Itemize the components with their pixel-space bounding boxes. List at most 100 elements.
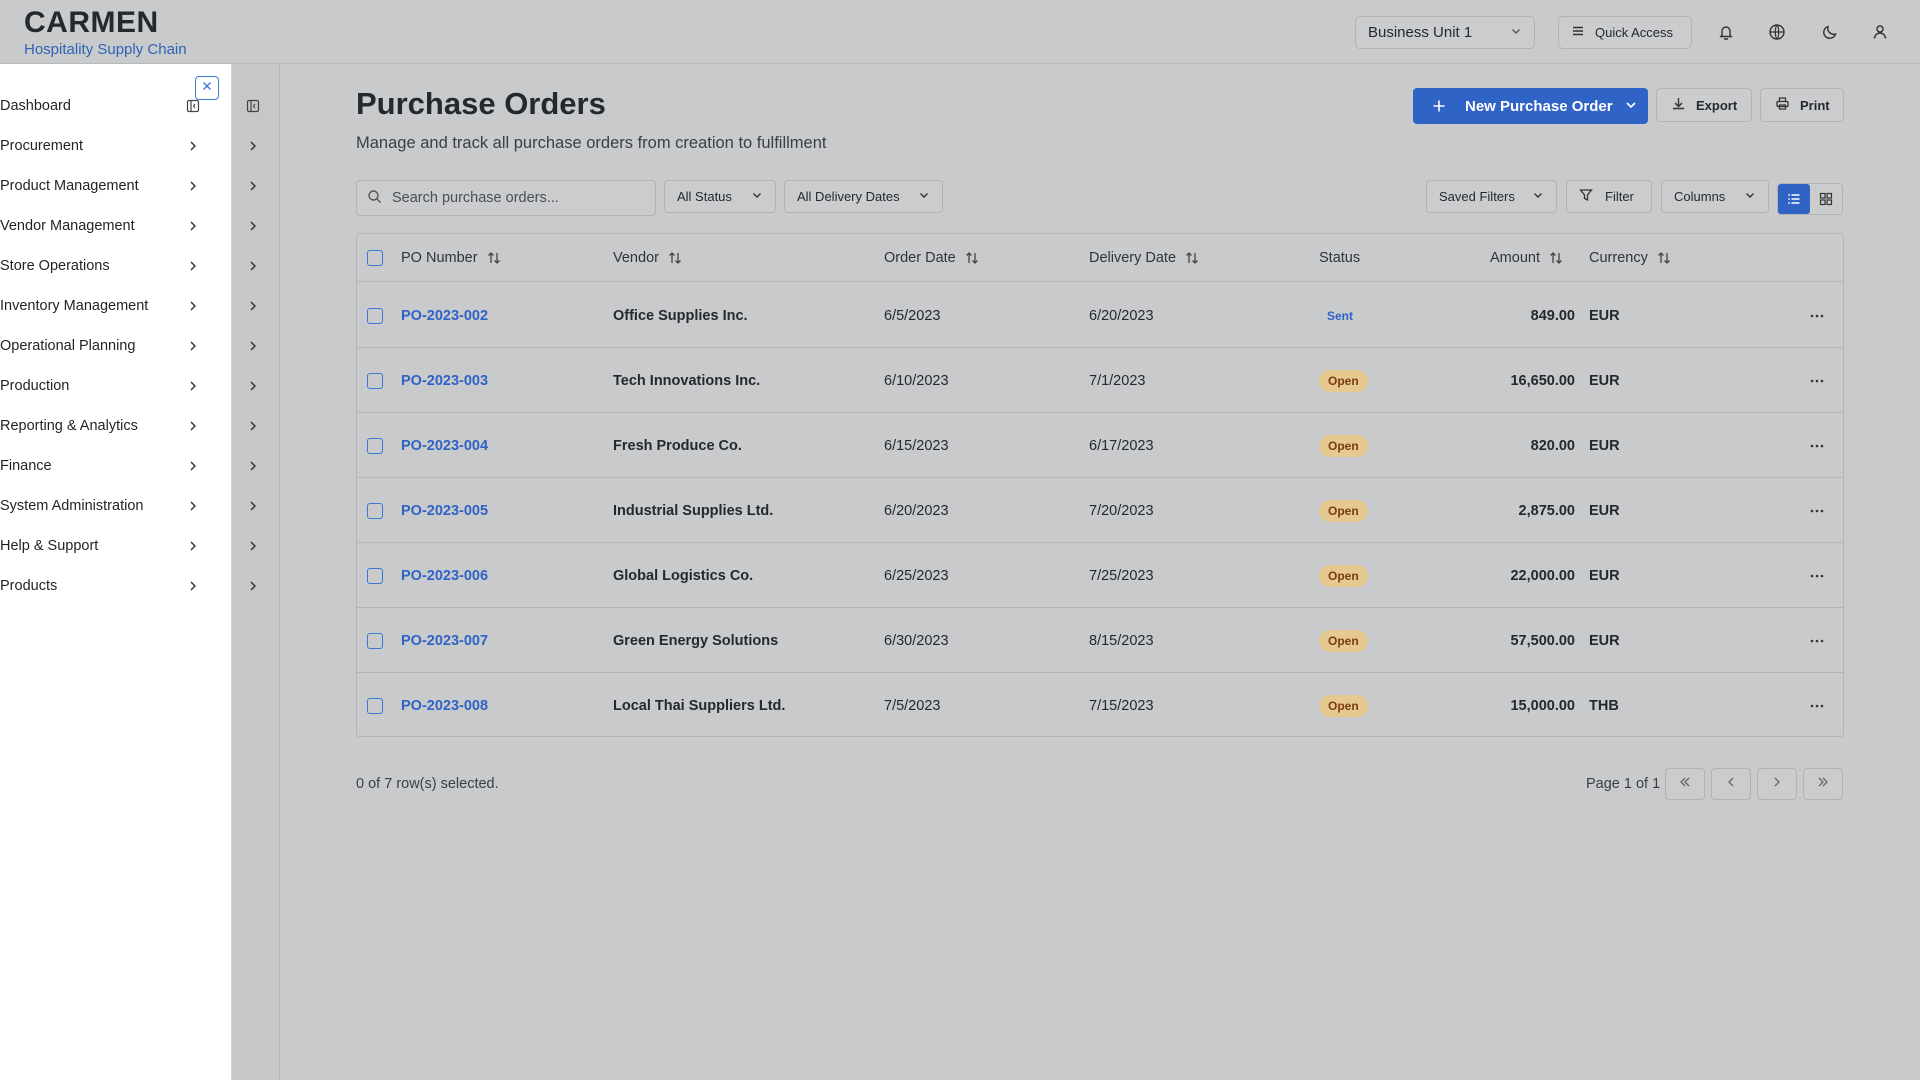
po-number-link[interactable]: PO-2023-003 <box>401 348 488 413</box>
table-row[interactable]: PO-2023-006 Global Logistics Co. 6/25/20… <box>357 543 1843 608</box>
first-page-button[interactable] <box>1665 768 1705 800</box>
chevron-right-icon[interactable] <box>242 375 264 397</box>
status-badge: Open <box>1319 434 1368 457</box>
moon-icon[interactable] <box>1818 20 1842 44</box>
row-checkbox[interactable] <box>367 283 383 348</box>
export-label: Export <box>1696 97 1738 113</box>
columns-select[interactable]: Columns <box>1661 180 1769 213</box>
chevron-right-icon <box>186 379 200 393</box>
header-delivery-date[interactable]: Delivery Date <box>1089 234 1200 282</box>
sidebar-item-procurement[interactable]: Procurement <box>0 131 200 161</box>
header-po-number[interactable]: PO Number <box>401 234 502 282</box>
table-row[interactable]: PO-2023-002 Office Supplies Inc. 6/5/202… <box>357 283 1843 348</box>
sidebar-item-dashboard[interactable]: Dashboard <box>0 91 200 121</box>
table-row[interactable]: PO-2023-007 Green Energy Solutions 6/30/… <box>357 608 1843 673</box>
header-amount[interactable]: Amount <box>1490 234 1564 282</box>
table-row[interactable]: PO-2023-004 Fresh Produce Co. 6/15/2023 … <box>357 413 1843 478</box>
business-unit-select[interactable]: Business Unit 1 <box>1355 16 1535 49</box>
new-purchase-order-button[interactable]: New Purchase Order <box>1413 88 1648 124</box>
more-actions-icon[interactable] <box>1809 673 1825 738</box>
purchase-orders-table: PO Number Vendor Order Date Delivery Dat… <box>356 233 1844 737</box>
header-vendor[interactable]: Vendor <box>613 234 683 282</box>
sidebar-item-finance[interactable]: Finance <box>0 451 200 481</box>
export-button[interactable]: Export <box>1656 88 1752 122</box>
sidebar-item-production[interactable]: Production <box>0 371 200 401</box>
chevron-right-icon[interactable] <box>242 135 264 157</box>
po-number-link[interactable]: PO-2023-008 <box>401 673 488 738</box>
chevron-down-icon <box>1510 24 1522 41</box>
header-currency[interactable]: Currency <box>1589 234 1672 282</box>
globe-icon[interactable] <box>1765 20 1789 44</box>
delivery-date-filter-select[interactable]: All Delivery Dates <box>784 180 943 213</box>
chevron-right-icon[interactable] <box>242 255 264 277</box>
panel-toggle-icon[interactable] <box>242 95 264 117</box>
status-filter-select[interactable]: All Status <box>664 180 776 213</box>
quick-access-button[interactable]: Quick Access <box>1558 16 1692 49</box>
row-checkbox[interactable] <box>367 673 383 738</box>
table-row[interactable]: PO-2023-005 Industrial Supplies Ltd. 6/2… <box>357 478 1843 543</box>
more-actions-icon[interactable] <box>1809 283 1825 348</box>
more-actions-icon[interactable] <box>1809 543 1825 608</box>
header-order-date[interactable]: Order Date <box>884 234 980 282</box>
chevron-right-icon[interactable] <box>242 295 264 317</box>
row-checkbox[interactable] <box>367 608 383 673</box>
sidebar-item-products[interactable]: Products <box>0 571 200 601</box>
filter-button[interactable]: Filter <box>1566 180 1652 213</box>
print-button[interactable]: Print <box>1760 88 1844 122</box>
po-number-link[interactable]: PO-2023-004 <box>401 413 488 478</box>
more-actions-icon[interactable] <box>1809 348 1825 413</box>
row-checkbox[interactable] <box>367 478 383 543</box>
table-row[interactable]: PO-2023-008 Local Thai Suppliers Ltd. 7/… <box>357 673 1843 738</box>
grid-view-icon[interactable] <box>1810 184 1842 214</box>
po-number-link[interactable]: PO-2023-007 <box>401 608 488 673</box>
vendor-cell: Industrial Supplies Ltd. <box>613 502 774 519</box>
new-purchase-order-label: New Purchase Order <box>1465 97 1613 115</box>
sort-icon[interactable] <box>1656 250 1672 266</box>
sidebar-item-operational-planning[interactable]: Operational Planning <box>0 331 200 361</box>
chevron-right-icon[interactable] <box>242 495 264 517</box>
more-actions-icon[interactable] <box>1809 608 1825 673</box>
sidebar-item-vendor-management[interactable]: Vendor Management <box>0 211 200 241</box>
row-checkbox[interactable] <box>367 543 383 608</box>
chevron-right-icon[interactable] <box>242 575 264 597</box>
last-page-button[interactable] <box>1803 768 1843 800</box>
chevron-right-icon[interactable] <box>242 175 264 197</box>
sidebar-item-system-administration[interactable]: System Administration <box>0 491 200 521</box>
more-actions-icon[interactable] <box>1809 478 1825 543</box>
sidebar-item-reporting-analytics[interactable]: Reporting & Analytics <box>0 411 200 441</box>
sort-icon[interactable] <box>486 250 502 266</box>
sort-icon[interactable] <box>1184 250 1200 266</box>
previous-page-button[interactable] <box>1711 768 1751 800</box>
po-number-link[interactable]: PO-2023-002 <box>401 283 488 348</box>
sidebar-item-product-management[interactable]: Product Management <box>0 171 200 201</box>
sidebar-item-help-support[interactable]: Help & Support <box>0 531 200 561</box>
table-row[interactable]: PO-2023-003 Tech Innovations Inc. 6/10/2… <box>357 348 1843 413</box>
chevron-right-icon[interactable] <box>242 535 264 557</box>
chevron-right-icon <box>186 459 200 473</box>
chevron-right-icon <box>1770 775 1784 794</box>
po-number-link[interactable]: PO-2023-005 <box>401 478 488 543</box>
filter-label: Filter <box>1605 189 1634 204</box>
po-number-link[interactable]: PO-2023-006 <box>401 543 488 608</box>
user-icon[interactable] <box>1868 20 1892 44</box>
sort-icon[interactable] <box>1548 250 1564 266</box>
chevron-right-icon[interactable] <box>242 455 264 477</box>
next-page-button[interactable] <box>1757 768 1797 800</box>
list-view-icon[interactable] <box>1778 184 1810 214</box>
chevron-right-icon[interactable] <box>242 215 264 237</box>
select-all-checkbox[interactable] <box>367 234 383 282</box>
search-input[interactable]: Search purchase orders... <box>356 180 656 216</box>
sidebar-item-store-operations[interactable]: Store Operations <box>0 251 200 281</box>
row-checkbox[interactable] <box>367 413 383 478</box>
bell-icon[interactable] <box>1714 20 1738 44</box>
row-checkbox[interactable] <box>367 348 383 413</box>
sort-icon[interactable] <box>964 250 980 266</box>
sidebar-item-inventory-management[interactable]: Inventory Management <box>0 291 200 321</box>
chevron-right-icon[interactable] <box>242 415 264 437</box>
more-actions-icon[interactable] <box>1809 413 1825 478</box>
chevron-down-icon[interactable] <box>1624 98 1638 116</box>
chevron-right-icon[interactable] <box>242 335 264 357</box>
saved-filters-select[interactable]: Saved Filters <box>1426 180 1557 213</box>
printer-icon <box>1775 96 1790 114</box>
sort-icon[interactable] <box>667 250 683 266</box>
